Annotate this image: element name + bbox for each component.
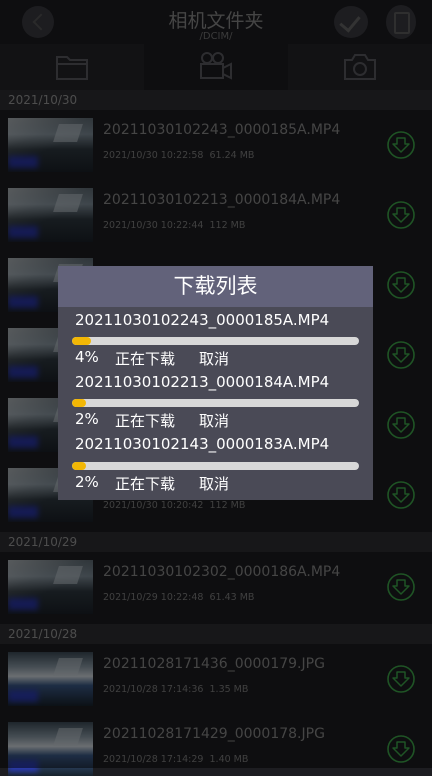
download-progress-fill <box>72 399 86 407</box>
download-progress-fill <box>72 462 86 470</box>
download-percent: 2% <box>75 473 99 491</box>
cancel-download-button[interactable]: 取消 <box>199 410 229 431</box>
dialog-title: 下载列表 <box>58 266 373 307</box>
download-item-name: 20211030102213_0000184A.MP4 <box>75 373 330 391</box>
download-progress-bar <box>72 337 359 345</box>
download-progress-bar <box>72 462 359 470</box>
download-status: 正在下载 <box>115 412 176 430</box>
download-percent: 2% <box>75 410 99 428</box>
download-percent: 4% <box>75 348 99 366</box>
download-progress-bar <box>72 399 359 407</box>
download-status: 正在下载 <box>115 475 176 493</box>
download-progress-fill <box>72 337 92 345</box>
download-status: 正在下载 <box>115 350 176 368</box>
download-item-name: 20211030102143_0000183A.MP4 <box>75 435 330 453</box>
cancel-download-button[interactable]: 取消 <box>199 473 229 494</box>
cancel-download-button[interactable]: 取消 <box>199 348 229 369</box>
download-item-name: 20211030102243_0000185A.MP4 <box>75 311 330 329</box>
download-list-dialog: 下载列表 20211030102243_0000185A.MP4 4% 正在下载… <box>58 266 373 500</box>
